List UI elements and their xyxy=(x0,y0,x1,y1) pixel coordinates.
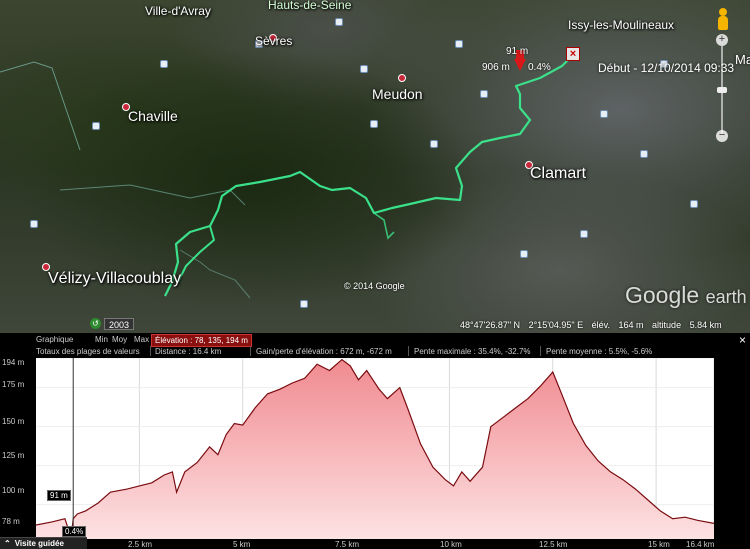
x-tick-label: 16.4 km xyxy=(686,540,715,549)
satellite-map[interactable]: Ville-d'Avray Hauts-de-Seine Sèvres Issy… xyxy=(0,0,750,333)
poi-icon[interactable] xyxy=(335,18,343,26)
elevation-chart-svg xyxy=(35,357,715,540)
stats-avg-slope: Pente moyenne : 5.5%, -5.6% xyxy=(546,347,653,356)
cursor-slope-tag: 0.4% xyxy=(528,62,551,73)
boundary-line xyxy=(59,184,246,206)
gps-route-loop xyxy=(177,225,215,283)
elevation-value: 164 m xyxy=(618,320,644,330)
google-earth-logo: Google earth xyxy=(625,282,747,308)
guided-tour-label: Visite guidée xyxy=(14,539,64,548)
poi-icon[interactable] xyxy=(300,300,308,308)
cursor-elevation-label: 91 m xyxy=(47,490,71,501)
stats-totals: Totaux des plages de valeurs xyxy=(36,347,140,356)
menu-min[interactable]: Min xyxy=(95,335,108,344)
poi-icon[interactable] xyxy=(480,90,488,98)
poi-icon[interactable] xyxy=(580,230,588,238)
poi-icon[interactable] xyxy=(370,120,378,128)
close-icon[interactable]: × xyxy=(739,333,746,347)
boundary-line xyxy=(179,249,251,299)
place-label: Mala xyxy=(735,52,750,67)
zoom-slider[interactable]: + − xyxy=(716,34,728,144)
longitude: 2°15'04.95" E xyxy=(528,320,584,330)
stats-max-slope: Pente maximale : 35.4%, -32.7% xyxy=(414,347,531,356)
elevation-label: élév. xyxy=(591,320,610,330)
menu-graph[interactable]: Graphique xyxy=(36,335,73,344)
copyright-text: © 2014 Google xyxy=(344,281,405,291)
poi-icon[interactable] xyxy=(30,220,38,228)
place-label: Sèvres xyxy=(255,34,293,48)
gps-route xyxy=(164,59,569,297)
place-label: Meudon xyxy=(372,86,423,102)
place-label: Ville-d'Avray xyxy=(145,4,211,18)
latitude: 48°47'26.87" N xyxy=(460,320,521,330)
y-tick-label: 100 m xyxy=(2,486,25,495)
gps-route-branch xyxy=(373,212,395,240)
y-tick-label: 125 m xyxy=(2,451,25,460)
x-tick-label: 7.5 km xyxy=(335,540,360,549)
start-marker-label: Début - 12/10/2014 09:33 xyxy=(598,61,735,75)
x-tick-label: 2.5 km xyxy=(128,540,153,549)
elevation-area xyxy=(36,359,714,539)
zoom-in-button[interactable]: + xyxy=(716,34,728,46)
stats-row: Totaux des plages de valeurs Distance : … xyxy=(0,346,750,356)
cursor-elevation-tag: 91 m xyxy=(506,46,529,57)
altitude-label: altitude xyxy=(652,320,682,330)
x-tick-label: 15 km xyxy=(648,540,670,549)
poi-icon[interactable] xyxy=(600,110,608,118)
cursor-slope-label: 0.4% xyxy=(62,526,87,537)
menu-max[interactable]: Max xyxy=(134,335,149,344)
city-dot xyxy=(398,74,406,82)
x-flag-icon[interactable]: × xyxy=(566,47,580,61)
cursor-arrow-icon xyxy=(514,59,526,71)
poi-icon[interactable] xyxy=(360,65,368,73)
poi-icon[interactable] xyxy=(430,140,438,148)
guided-tour-button[interactable]: ⌃ Visite guidée xyxy=(0,537,87,549)
imagery-year[interactable]: 2003 xyxy=(104,318,135,330)
y-tick-label: 78 m xyxy=(2,517,20,526)
elevation-chart[interactable] xyxy=(35,357,715,540)
place-label: Hauts-de-Seine xyxy=(268,0,352,12)
x-tick-label: 12.5 km xyxy=(539,540,568,549)
historical-imagery-icon[interactable]: ↺ xyxy=(90,318,101,329)
poi-icon[interactable] xyxy=(690,200,698,208)
x-tick-label: 10 km xyxy=(440,540,462,549)
zoom-slider-knob[interactable] xyxy=(717,87,727,93)
zoom-out-button[interactable]: − xyxy=(716,130,728,142)
poi-icon[interactable] xyxy=(520,250,528,258)
chevron-up-icon: ⌃ xyxy=(4,539,11,548)
poi-icon[interactable] xyxy=(92,122,100,130)
stats-distance: Distance : 16.4 km xyxy=(155,347,222,356)
elevation-profile-panel: Graphique Min Moy Max Élévation : 78, 13… xyxy=(0,333,750,549)
menu-avg[interactable]: Moy xyxy=(112,335,127,344)
y-tick-label: 175 m xyxy=(2,380,25,389)
y-tick-label: 150 m xyxy=(2,417,25,426)
place-label: Issy-les-Moulineaux xyxy=(568,18,675,32)
place-label: Clamart xyxy=(530,165,587,182)
poi-icon[interactable] xyxy=(160,60,168,68)
x-tick-label: 5 km xyxy=(233,540,251,549)
stats-gain: Gain/perte d'élévation : 672 m, -672 m xyxy=(256,347,392,356)
place-label: Chaville xyxy=(128,108,178,124)
place-label: Vélizy-Villacoublay xyxy=(48,270,182,287)
altitude-value: 5.84 km xyxy=(689,320,722,330)
coordinates-readout: 48°47'26.87" N 2°15'04.95" E élév. 164 m… xyxy=(460,320,728,330)
pegman-icon[interactable] xyxy=(716,8,730,32)
cursor-distance-tag: 906 m xyxy=(482,62,510,73)
profile-menu: Graphique Min Moy Max Élévation : 78, 13… xyxy=(0,333,750,347)
y-tick-label: 194 m xyxy=(2,358,25,367)
boundary-line xyxy=(0,61,81,151)
poi-icon[interactable] xyxy=(455,40,463,48)
poi-icon[interactable] xyxy=(640,150,648,158)
